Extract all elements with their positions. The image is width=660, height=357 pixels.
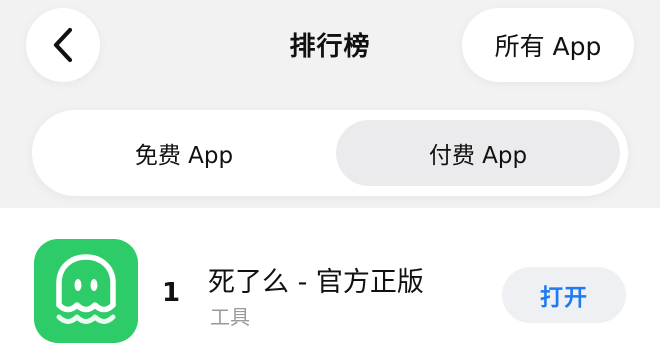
app-icon[interactable] [34, 239, 138, 343]
tab-free-apps[interactable]: 免费 App [40, 120, 328, 186]
app-category: 工具 [210, 305, 250, 329]
all-apps-button[interactable]: 所有 App [462, 8, 634, 82]
ranking-list: 1 死了么 - 官方正版 工具 打开 [0, 208, 660, 357]
rank-number: 1 [162, 278, 181, 308]
app-name[interactable]: 死了么 - 官方正版 [208, 260, 424, 299]
segmented-control: 免费 App 付费 App [32, 110, 628, 196]
tab-paid-apps[interactable]: 付费 App [336, 120, 620, 186]
open-button[interactable]: 打开 [502, 267, 626, 323]
ghost-icon [47, 249, 125, 333]
ranking-page: 排行榜 所有 App 免费 App 付费 App 1 死了么 - 官方正版 工具… [0, 0, 660, 357]
